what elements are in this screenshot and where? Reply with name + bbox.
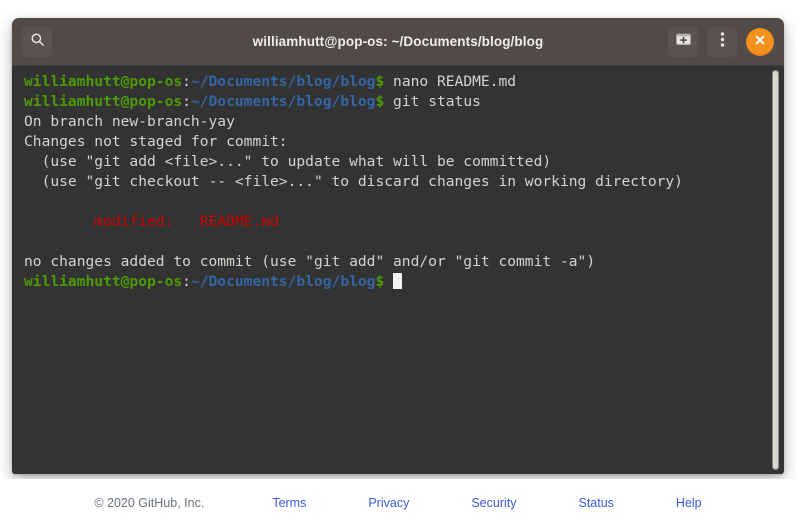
terminal-scrollbar-thumb[interactable] <box>772 70 779 470</box>
terminal-line: williamhutt@pop-os:~/Documents/blog/blog… <box>24 92 772 112</box>
new-terminal-icon <box>675 31 692 52</box>
new-terminal-button[interactable] <box>668 26 698 57</box>
close-icon <box>754 33 766 51</box>
menu-button[interactable] <box>707 26 737 57</box>
terminal-line: no changes added to commit (use "git add… <box>24 252 772 272</box>
terminal-output-line: (use "git add <file>..." to update what … <box>24 153 552 170</box>
footer-link-status[interactable]: Status <box>578 496 613 510</box>
page-footer: © 2020 GitHub, Inc. Terms Privacy Securi… <box>0 479 796 527</box>
search-button[interactable] <box>22 26 52 57</box>
copyright-text: © 2020 GitHub, Inc. <box>94 496 205 510</box>
terminal-line: On branch new-branch-yay <box>24 112 772 132</box>
terminal-line: modified: README.md <box>24 212 772 232</box>
prompt-user: williamhutt@pop-os <box>24 73 183 90</box>
terminal-modified-file: modified: README.md <box>24 213 279 230</box>
terminal-output-line: no changes added to commit (use "git add… <box>24 253 596 270</box>
prompt-symbol: $ <box>375 93 385 110</box>
terminal-line: (use "git add <file>..." to update what … <box>24 152 772 172</box>
terminal-output-line: On branch new-branch-yay <box>24 113 235 130</box>
prompt-separator: : <box>182 73 191 90</box>
terminal-command <box>384 273 393 290</box>
terminal-window: williamhutt@pop-os: ~/Documents/blog/blo… <box>12 18 784 474</box>
terminal-line <box>24 232 772 252</box>
terminal-command: nano README.md <box>384 73 517 90</box>
terminal-line: williamhutt@pop-os:~/Documents/blog/blog… <box>24 72 772 92</box>
terminal-scrollbar[interactable] <box>772 70 779 470</box>
prompt-path: ~/Documents/blog/blog <box>190 273 376 290</box>
footer-link-security[interactable]: Security <box>471 496 516 510</box>
terminal-line: williamhutt@pop-os:~/Documents/blog/blog… <box>24 272 772 292</box>
terminal-command: git status <box>384 93 481 110</box>
prompt-path: ~/Documents/blog/blog <box>190 73 376 90</box>
prompt-path: ~/Documents/blog/blog <box>190 93 376 110</box>
prompt-symbol: $ <box>375 273 385 290</box>
terminal-output-line: Changes not staged for commit: <box>24 133 288 150</box>
prompt-user: williamhutt@pop-os <box>24 93 183 110</box>
terminal-line: Changes not staged for commit: <box>24 132 772 152</box>
window-titlebar: williamhutt@pop-os: ~/Documents/blog/blo… <box>12 18 784 66</box>
search-icon <box>30 32 45 52</box>
footer-link-help[interactable]: Help <box>676 496 702 510</box>
footer-link-terms[interactable]: Terms <box>272 496 306 510</box>
close-button[interactable] <box>746 27 774 56</box>
terminal-body[interactable]: williamhutt@pop-os:~/Documents/blog/blog… <box>12 66 784 474</box>
prompt-symbol: $ <box>375 73 385 90</box>
prompt-separator: : <box>182 273 191 290</box>
terminal-output-line <box>24 193 33 210</box>
terminal-output: williamhutt@pop-os:~/Documents/blog/blog… <box>12 66 784 292</box>
terminal-output-line: (use "git checkout -- <file>..." to disc… <box>24 173 683 190</box>
terminal-line <box>24 192 772 212</box>
footer-link-privacy[interactable]: Privacy <box>368 496 409 510</box>
prompt-separator: : <box>182 93 191 110</box>
titlebar-controls <box>668 26 774 57</box>
prompt-user: williamhutt@pop-os <box>24 273 183 290</box>
terminal-output-line <box>24 233 33 250</box>
terminal-line: (use "git checkout -- <file>..." to disc… <box>24 172 772 192</box>
terminal-cursor <box>393 273 403 289</box>
kebab-menu-icon <box>720 31 725 53</box>
